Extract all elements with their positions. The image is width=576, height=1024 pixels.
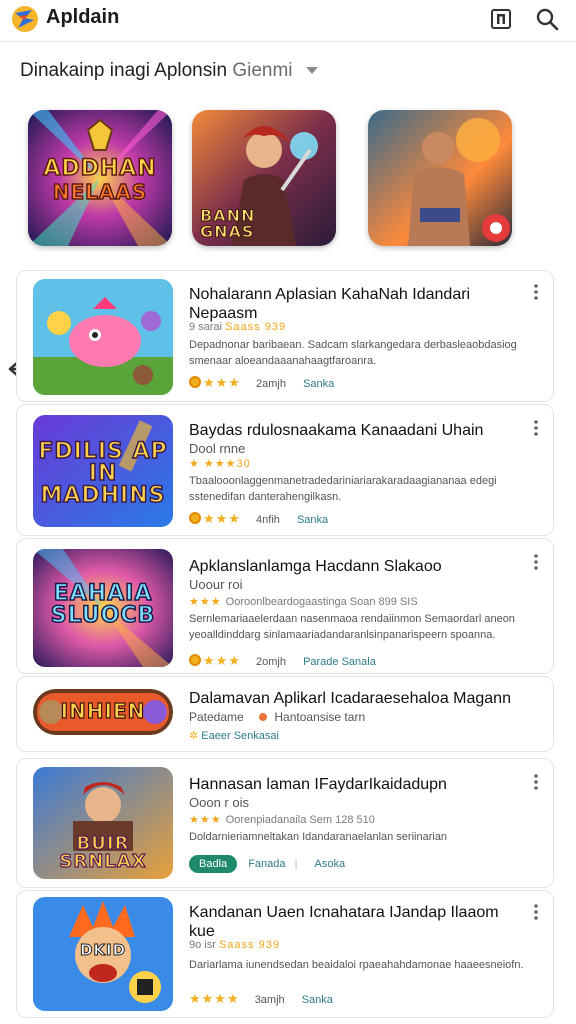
rating-stars: ★★★ [203,375,241,390]
item-title: Dalamavan Aplikarl Icadaraesehaloa Magan… [189,690,511,707]
app-bar: Apldain [0,0,576,42]
item-stats: ★★★★ 3amjh Sanka [189,991,333,1007]
item-thumbnail [33,279,173,395]
item-meta-2: ★★★ Oorenpiadanaila Sem 128 510 [189,814,375,826]
item-title: Nohalarann Aplasian KahaNah Idandari Nep… [189,286,471,322]
more-options-icon[interactable] [533,283,539,301]
featured-art-3 [368,110,512,246]
item-meta: 9 sarai Saass 939 [189,321,287,333]
download-count: 2amjh [256,378,286,390]
item-meta: Ooon r ois [189,795,249,810]
item-meta: 9o isr Saass 939 [189,939,280,951]
item-meta: Dool rnne [189,441,246,456]
item-meta: Uoour roi [189,577,243,592]
item-thumbnail: BUIR SRNLAX [33,767,173,879]
item-description: Tbaalooonlaggenmanetradedariniariarakara… [189,475,497,503]
list-item[interactable]: INHIEN Dalamavan Aplikarl Icadaraesehalo… [16,676,554,752]
item-tag[interactable]: Parade Sanala [303,656,376,668]
rating-stars: ★★★ [203,653,241,668]
thumb-label: INHIEN [60,699,146,723]
download-count: 3amjh [254,994,285,1006]
item-thumbnail: EAHAIA SLUOCB [33,549,173,667]
item-meta: Patedame Hantoansise tarn [189,710,366,724]
item-stats: ★★★ 2amjh Sanka [189,375,334,391]
download-count: 4nfih [256,514,280,526]
item-stats: ★★★ 4nfih Sanka [189,511,328,527]
thumb-label: DKID [79,941,127,959]
item-tag[interactable]: Sanka [297,514,328,526]
item-stats: ✲ Eaeer Senkasai [189,730,279,742]
grid-icon[interactable] [488,6,514,32]
item-title: Baydas rdulosnaakama Kanaadani Uhain [189,422,484,439]
item-tag[interactable]: Sanka [302,994,333,1006]
item-tag[interactable]: Sanka [303,378,334,390]
coin-icon [189,654,201,666]
item-title: Apklanslanlamga Hacdann Slakaoo [189,558,442,575]
chevron-down-icon [305,67,318,75]
item-stats: Badla Fanada | Asoka [189,855,345,873]
item-stats: ★★★ 2omjh Parade Sanala [189,653,376,669]
download-count: Fanada [248,858,286,870]
app-logo-icon[interactable] [10,4,40,34]
item-thumbnail: FDILIS AP IN MADHINS [33,415,173,527]
item-meta-2: ★★★ Ooroonlbeardogaastinga Soan 899 SIS [189,596,418,608]
item-description: Dariarlama iunendsedan beaidaloi rpaeaha… [189,959,524,971]
list-item[interactable]: Nohalarann Aplasian KahaNah Idandari Nep… [16,270,554,402]
featured-tile-3[interactable] [368,110,512,246]
item-tag[interactable]: Asoka [315,858,346,870]
thumb-label: EAHAIA SLUOCB [50,581,156,628]
more-options-icon[interactable] [533,773,539,791]
featured-row: ADDHAN NELAAS BANN GNAS [28,110,548,250]
more-options-icon[interactable] [533,553,539,571]
item-title: Hannasan laman IFaydarIkaidadupn [189,776,447,793]
coin-icon [189,376,201,388]
status-dot [259,713,268,721]
more-options-icon[interactable] [533,903,539,921]
app-title: Apldain [46,6,120,28]
item-description: Sernlemariaaelerdaan nasenmaoa rendaiinm… [189,613,515,641]
rating-stars: ★★★ [203,511,241,526]
coin-icon [189,512,201,524]
more-options-icon[interactable] [533,419,539,437]
item-tag[interactable]: Eaeer Senkasai [201,730,279,742]
item-title: Kandanan Uaen Icnahatara IJandap Ilaaom … [189,904,499,940]
item-meta-2: ★ ★★★30 [189,458,251,470]
featured-label-1: ADDHAN NELAAS [43,156,157,204]
item-thumbnail: DKID [33,897,173,1011]
thumb-label: BUIR SRNLAX [59,833,147,872]
list-item[interactable]: FDILIS AP IN MADHINS Baydas rdulosnaakam… [16,404,554,536]
list-item[interactable]: EAHAIA SLUOCB Apklanslanlamga Hacdann Sl… [16,538,554,674]
category-label: Dinakainp inagi Aplonsin [20,60,228,81]
category-dropdown[interactable]: Dinakainp inagi Aplonsin Gienmi [20,60,318,82]
thumb-label: FDILIS AP IN MADHINS [38,439,168,508]
item-description: Depadnonar baribaean. Sadcam slarkangeda… [189,339,517,367]
list-item[interactable]: DKID Kandanan Uaen Icnahatara IJandap Il… [16,890,554,1018]
featured-tile-1[interactable]: ADDHAN NELAAS [28,110,172,246]
download-count: 2omjh [256,656,286,668]
item-description: Doldarnieriamneltakan Idandaranaelanlan … [189,831,448,843]
featured-label-2: BANN GNAS [199,206,256,241]
search-icon[interactable] [534,6,560,32]
featured-tile-2[interactable]: BANN GNAS [192,110,336,246]
rating-stars: ★★★★ [189,991,240,1006]
install-badge[interactable]: Badla [189,855,238,873]
category-muted: Gienmi [232,60,293,81]
list-item[interactable]: BUIR SRNLAX Hannasan laman IFaydarIkaida… [16,758,554,888]
item-thumbnail: INHIEN [33,689,173,735]
